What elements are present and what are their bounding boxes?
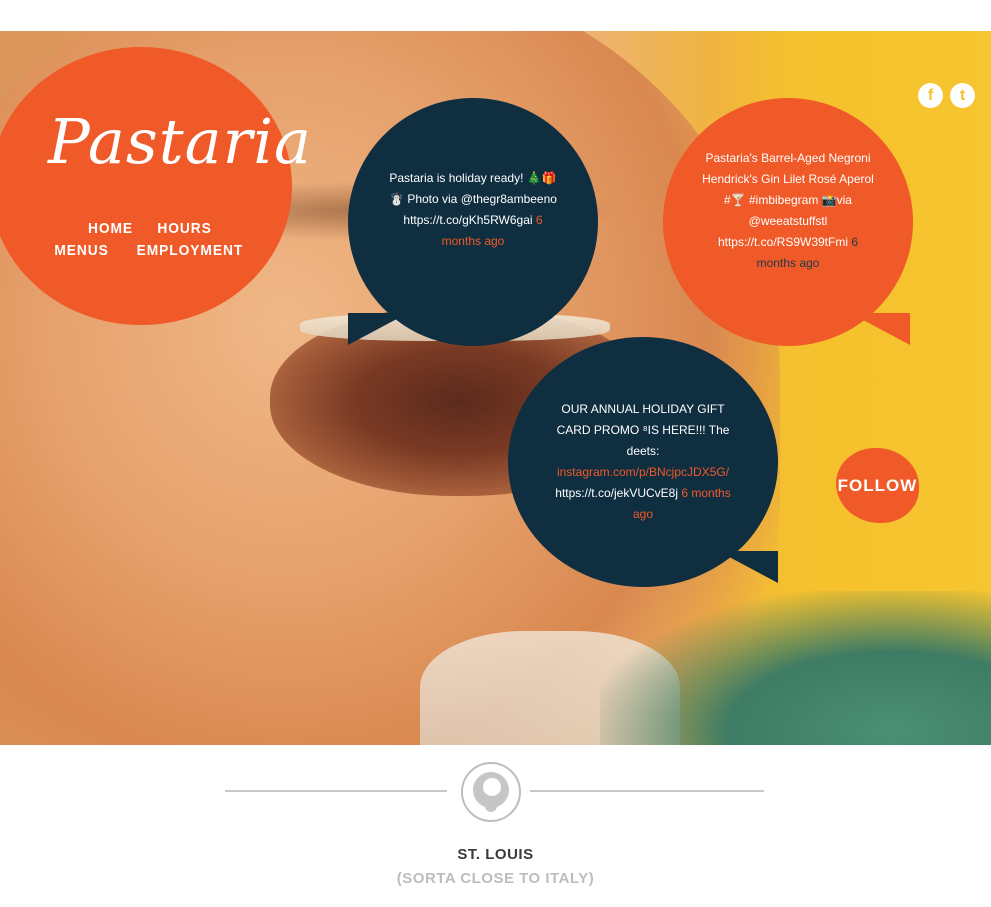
tweet-link[interactable]: instagram.com/p/BNcjpcJDX5G/ [557, 465, 729, 479]
main-nav: HOME HOURS MENUS EMPLOYMENT [40, 218, 260, 262]
follow-button[interactable]: FOLLOW [836, 448, 919, 523]
tweet-text-after: https://t.co/jekVUCvE8j [555, 486, 678, 500]
nav-home[interactable]: HOME [88, 218, 133, 240]
emblem-swirl-inner [483, 778, 501, 796]
tweet-bubble-1: Pastaria is holiday ready! 🎄🎁☃️ Photo vi… [348, 98, 598, 346]
footer-divider-right [530, 790, 764, 792]
tweet-text: Pastaria is holiday ready! 🎄🎁☃️ Photo vi… [389, 171, 557, 227]
facebook-glyph: f [927, 87, 934, 104]
tweet-text: Pastaria's Barrel-Aged Negroni Hendrick'… [702, 151, 874, 249]
nav-hours[interactable]: HOURS [158, 218, 212, 240]
bubble-tail [718, 551, 778, 583]
emblem-stem [485, 798, 497, 812]
facebook-icon[interactable]: f [918, 83, 943, 108]
footer-tagline: (SORTA CLOSE TO ITALY) [396, 870, 595, 887]
nav-employment[interactable]: EMPLOYMENT [137, 240, 244, 262]
nav-menus[interactable]: MENUS [55, 240, 109, 262]
tweet-bubble-3: OUR ANNUAL HOLIDAY GIFT CARD PROMO ⁸IS H… [508, 337, 778, 587]
tweet-bubble-2: Pastaria's Barrel-Aged Negroni Hendrick'… [663, 98, 913, 346]
bubble-tail [348, 313, 408, 345]
hero-background: Pastaria HOME HOURS MENUS EMPLOYMENT f t… [0, 31, 991, 745]
hero-shirt [600, 591, 991, 745]
tweet-text: OUR ANNUAL HOLIDAY GIFT CARD PROMO ⁸IS H… [556, 402, 730, 458]
lion-emblem-icon [461, 762, 521, 822]
site-logo[interactable]: Pastaria [48, 105, 311, 205]
twitter-glyph: t [959, 87, 966, 104]
bubble-tail [850, 313, 910, 345]
twitter-icon[interactable]: t [950, 83, 975, 108]
footer-divider-left [225, 790, 447, 792]
footer-city: ST. LOUIS [457, 846, 534, 863]
